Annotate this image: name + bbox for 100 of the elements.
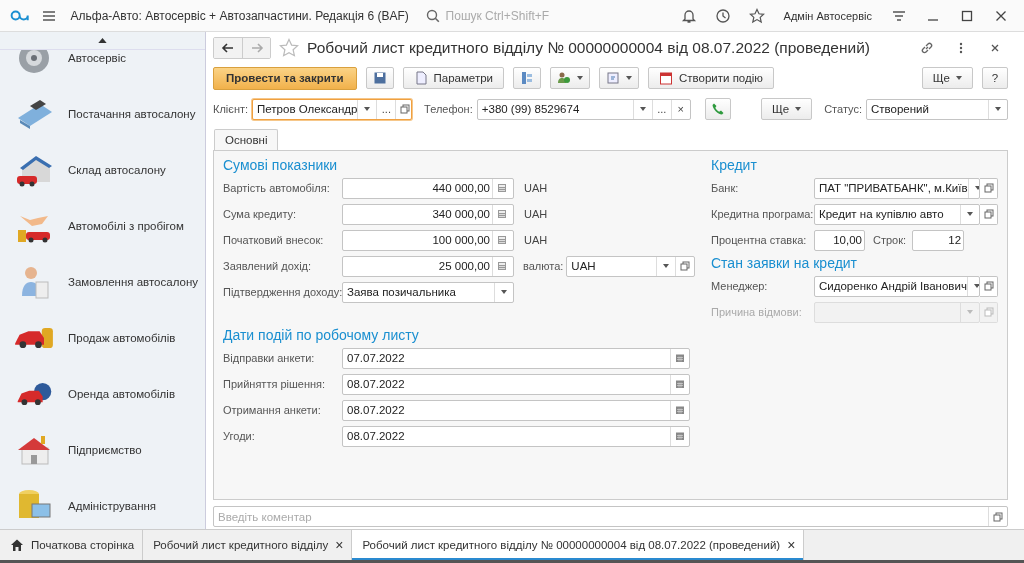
users-menu-button[interactable] [550,67,590,89]
select-field[interactable]: Заява позичальника [342,281,514,303]
save-button[interactable] [365,67,394,89]
structure-button[interactable] [513,67,541,89]
forward-arrow-icon [249,41,264,55]
sidebar-item[interactable]: Підприємство [68,444,142,456]
more-button[interactable]: Ще [921,67,973,89]
phone-field[interactable]: +380 (99) 8529674 ... × [476,98,691,120]
star-icon[interactable] [748,7,765,24]
create-event-button[interactable]: Створити подію [648,67,774,89]
window-tab[interactable]: Початкова сторінка [0,530,144,560]
parameters-button[interactable]: Параметри [402,67,504,89]
open-button[interactable] [395,99,412,119]
link-icon[interactable] [920,41,934,55]
field-label: Менеджер: [711,280,769,292]
number-field[interactable]: 340 000,00 [342,203,514,225]
print-menu-button[interactable] [599,67,639,89]
caret-icon [974,186,979,190]
sidebar-item[interactable]: Замовлення автосалону [68,276,198,288]
sidebar-item[interactable]: Оренда автомобілів [68,388,175,400]
section-heading: Стан заявки на кредит [711,254,859,273]
calendar-icon [675,405,685,415]
currency-label: UAH [524,234,548,246]
caret-icon [663,264,670,268]
client-field[interactable]: Петров Олександр ... [252,98,413,120]
document-icon [413,71,428,85]
call-button[interactable] [704,98,731,120]
sidebar-item[interactable]: Автомобілі з пробігом [68,220,184,232]
date-field[interactable]: 08.07.2022 [342,425,690,447]
currency-label: UAH [524,182,548,194]
close-tab-button[interactable]: × [335,537,344,553]
number-field[interactable]: 440 000,00 [342,177,514,199]
search-field[interactable]: Пошук Ctrl+Shift+F [443,7,668,24]
window-tab[interactable]: Робочий лист кредитного відділу № 00000000004 від 08.07.2022 (проведений) × [352,530,805,560]
comment-field[interactable]: Введіть коментар [213,506,1008,527]
save-icon [372,71,387,85]
car-icon [14,326,54,350]
scroll-up-icon[interactable] [98,38,107,43]
date-field[interactable]: 08.07.2022 [342,399,690,421]
field-label: Заявлений дохід: [223,260,313,272]
field-label: Клієнт: [213,103,249,115]
field-label: Сума кредиту: [223,208,298,220]
choose-button[interactable]: ... [651,99,671,119]
field-label: Вартість автомобіля: [223,182,331,194]
number-field[interactable]: 100 000,00 [342,229,514,251]
open-icon [983,209,994,219]
field-label: Банк: [711,182,740,194]
open-icon [680,261,691,271]
status-select[interactable]: Створений [866,98,1008,120]
open-icon [983,281,994,291]
field-label: Кредитна програма: [711,208,814,220]
open-button[interactable] [980,203,998,225]
select-field[interactable]: Кредит на купівлю авто [814,203,980,225]
form-icon [606,71,620,85]
close-tab-button[interactable]: × [787,537,796,553]
select-field[interactable]: Сидоренко Андрій Іванович [814,275,980,297]
field-label: Процентна ставка: [711,234,808,246]
back-button[interactable] [214,38,242,58]
history-icon[interactable] [714,7,731,24]
caret-icon [639,107,646,111]
hierarchy-icon [520,71,534,85]
sidebar-item[interactable]: Постачання автосалону [68,108,196,120]
field-label: Статус: [824,103,862,115]
open-button[interactable] [980,177,998,199]
caret-icon [626,76,632,80]
app-title: Альфа-Авто: Автосервіс + Автозапчастини. Редакція 6 (BAF) [70,8,410,23]
tab-label: Початкова сторінка [31,539,135,551]
field-label: Прийняття рішення: [223,378,327,390]
number-field[interactable]: 12 [912,229,965,251]
choose-button[interactable]: ... [376,99,396,119]
date-field[interactable]: 08.07.2022 [342,373,690,395]
currency-select[interactable]: UAH [566,255,696,277]
caret-icon [795,107,802,111]
bell-icon[interactable] [680,7,697,24]
user-name[interactable]: Адмін Автосервіс [783,9,872,22]
field-label: Отримання анкети: [223,404,322,416]
tab-label: Робочий лист кредитного відділу [153,539,329,551]
phone-icon [710,102,725,116]
field-label: Причина відмови: [711,306,803,318]
more-button[interactable]: Ще [760,98,813,120]
number-field[interactable]: 10,00 [814,229,865,251]
number-field[interactable]: 25 000,00 [342,255,514,277]
back-arrow-icon [221,41,235,55]
post-and-close-button[interactable]: Провести та закрити [213,66,357,90]
open-icon [993,511,1003,522]
select-field[interactable]: ПАТ "ПРИВАТБАНК", м.Київ [814,177,980,199]
caret-icon [364,107,371,111]
caret-icon [501,290,507,294]
star-icon[interactable] [279,38,299,58]
help-button[interactable]: ? [982,67,1008,89]
open-button[interactable] [980,275,998,297]
open-icon [400,104,411,114]
sidebar-item[interactable]: Автосервіс [68,52,127,64]
date-field[interactable]: 07.07.2022 [342,347,690,369]
sidebar-item[interactable]: Склад автосалону [68,164,166,176]
tab[interactable]: Основні [214,129,279,150]
calendar-icon [675,353,685,363]
sidebar-item[interactable]: Адміністрування [68,500,157,512]
sidebar-item[interactable]: Продаж автомобілів [68,332,176,344]
clear-button[interactable]: × [670,99,690,119]
